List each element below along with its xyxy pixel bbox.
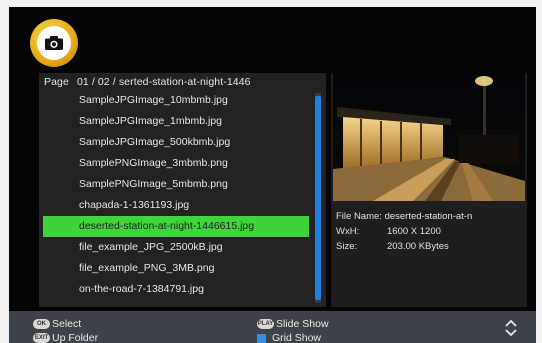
page-label: Page	[44, 76, 69, 88]
folder-name: serted-station-at-night-1446	[118, 76, 251, 88]
file-name-label: File Name:	[336, 211, 382, 222]
page-number: 01 / 02	[76, 76, 110, 88]
up-folder-hint[interactable]: EXIT Up Folder	[33, 332, 98, 343]
preview-panel: File Name: deserted-station-at-n WxH: 160…	[331, 73, 527, 307]
camera-logo	[30, 19, 78, 67]
file-list-panel: Page 01 / 02 / serted-station-at-night-14…	[39, 73, 326, 307]
grid-show-hint[interactable]: Grid Show	[257, 332, 321, 343]
file-item[interactable]: file_example_PNG_3MB.png	[43, 258, 309, 279]
scrollbar[interactable]	[315, 93, 321, 303]
file-item[interactable]: SamplePNGImage_3mbmb.png	[43, 153, 309, 174]
chevron-up-down-icon[interactable]	[504, 319, 518, 337]
select-hint[interactable]: OK Select	[33, 318, 81, 330]
camera-icon	[37, 26, 71, 60]
scrollbar-thumb[interactable]	[315, 96, 321, 300]
file-item[interactable]: on-the-road-7-1384791.jpg	[43, 279, 309, 300]
file-item[interactable]: chapada-1-1361193.jpg	[43, 195, 309, 216]
file-list: SampleJPGImage_10mbmb.jpg SampleJPGImage_…	[43, 90, 309, 300]
select-label: Select	[52, 318, 82, 330]
footer-bar: OK Select EXIT Up Folder PLAY Slide Show Gr…	[9, 311, 536, 343]
resolution-value: 1600 X 1200	[387, 226, 441, 237]
file-item[interactable]: file_example_JPG_2500kB.jpg	[43, 237, 309, 258]
ok-key-icon: OK	[33, 319, 50, 329]
exit-key-icon: EXIT	[33, 333, 50, 343]
file-item[interactable]: SampleJPGImage_1mbmb.jpg	[43, 111, 309, 132]
slide-show-hint[interactable]: PLAY Slide Show	[257, 318, 329, 330]
file-item[interactable]: SamplePNGImage_5mbmb.png	[43, 174, 309, 195]
media-browser-screen: Page 01 / 02 / serted-station-at-night-14…	[9, 7, 536, 343]
file-item[interactable]: SampleJPGImage_10mbmb.jpg	[43, 90, 309, 111]
play-key-icon: PLAY	[257, 319, 274, 329]
file-item-selected[interactable]: deserted-station-at-night-1446615.jpg	[43, 216, 309, 237]
file-name-value: deserted-station-at-n	[384, 211, 473, 222]
image-preview	[333, 73, 525, 201]
page-indicator: Page 01 / 02 / serted-station-at-night-14…	[44, 76, 251, 88]
resolution-label: WxH:	[336, 226, 360, 237]
size-label: Size:	[336, 241, 358, 252]
file-item[interactable]: SampleJPGImage_500kbmb.jpg	[43, 132, 309, 153]
blue-key-icon	[257, 333, 266, 343]
size-value: 203.00 KBytes	[387, 241, 449, 252]
file-info: File Name: deserted-station-at-n WxH: 160…	[336, 209, 472, 254]
slide-show-label: Slide Show	[276, 318, 329, 330]
grid-show-label: Grid Show	[272, 332, 322, 343]
up-folder-label: Up Folder	[52, 332, 99, 343]
